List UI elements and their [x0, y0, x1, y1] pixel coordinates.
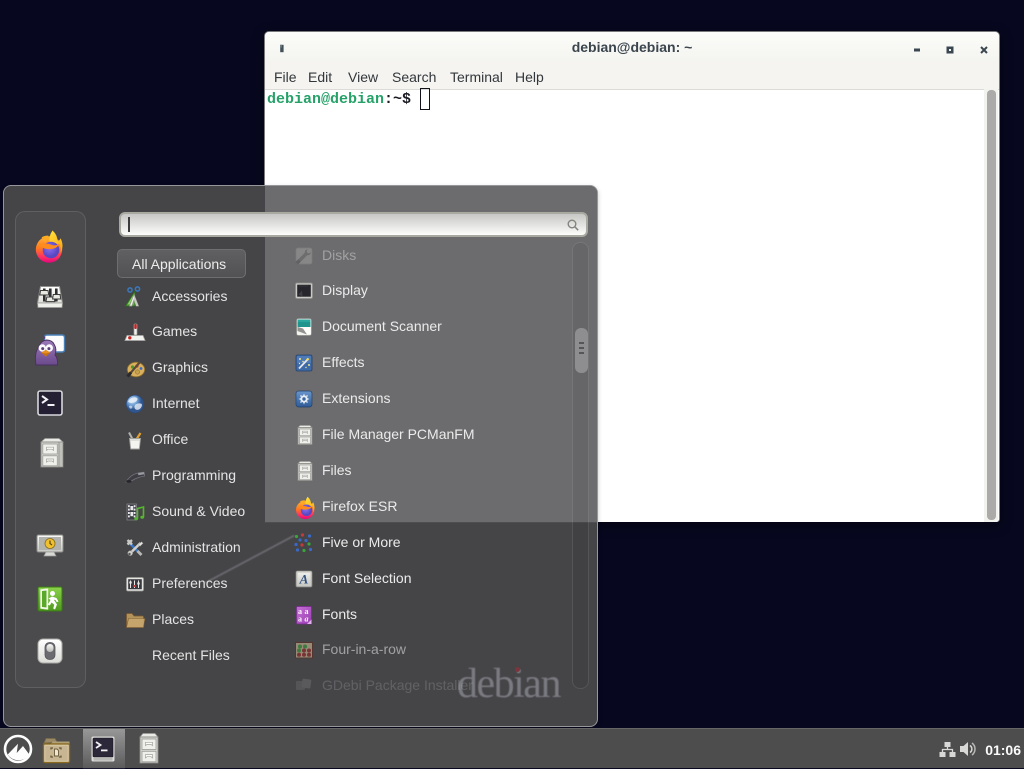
svg-text:a: a	[305, 614, 309, 623]
svg-text:a: a	[298, 614, 302, 623]
svg-text:A: A	[299, 571, 309, 586]
